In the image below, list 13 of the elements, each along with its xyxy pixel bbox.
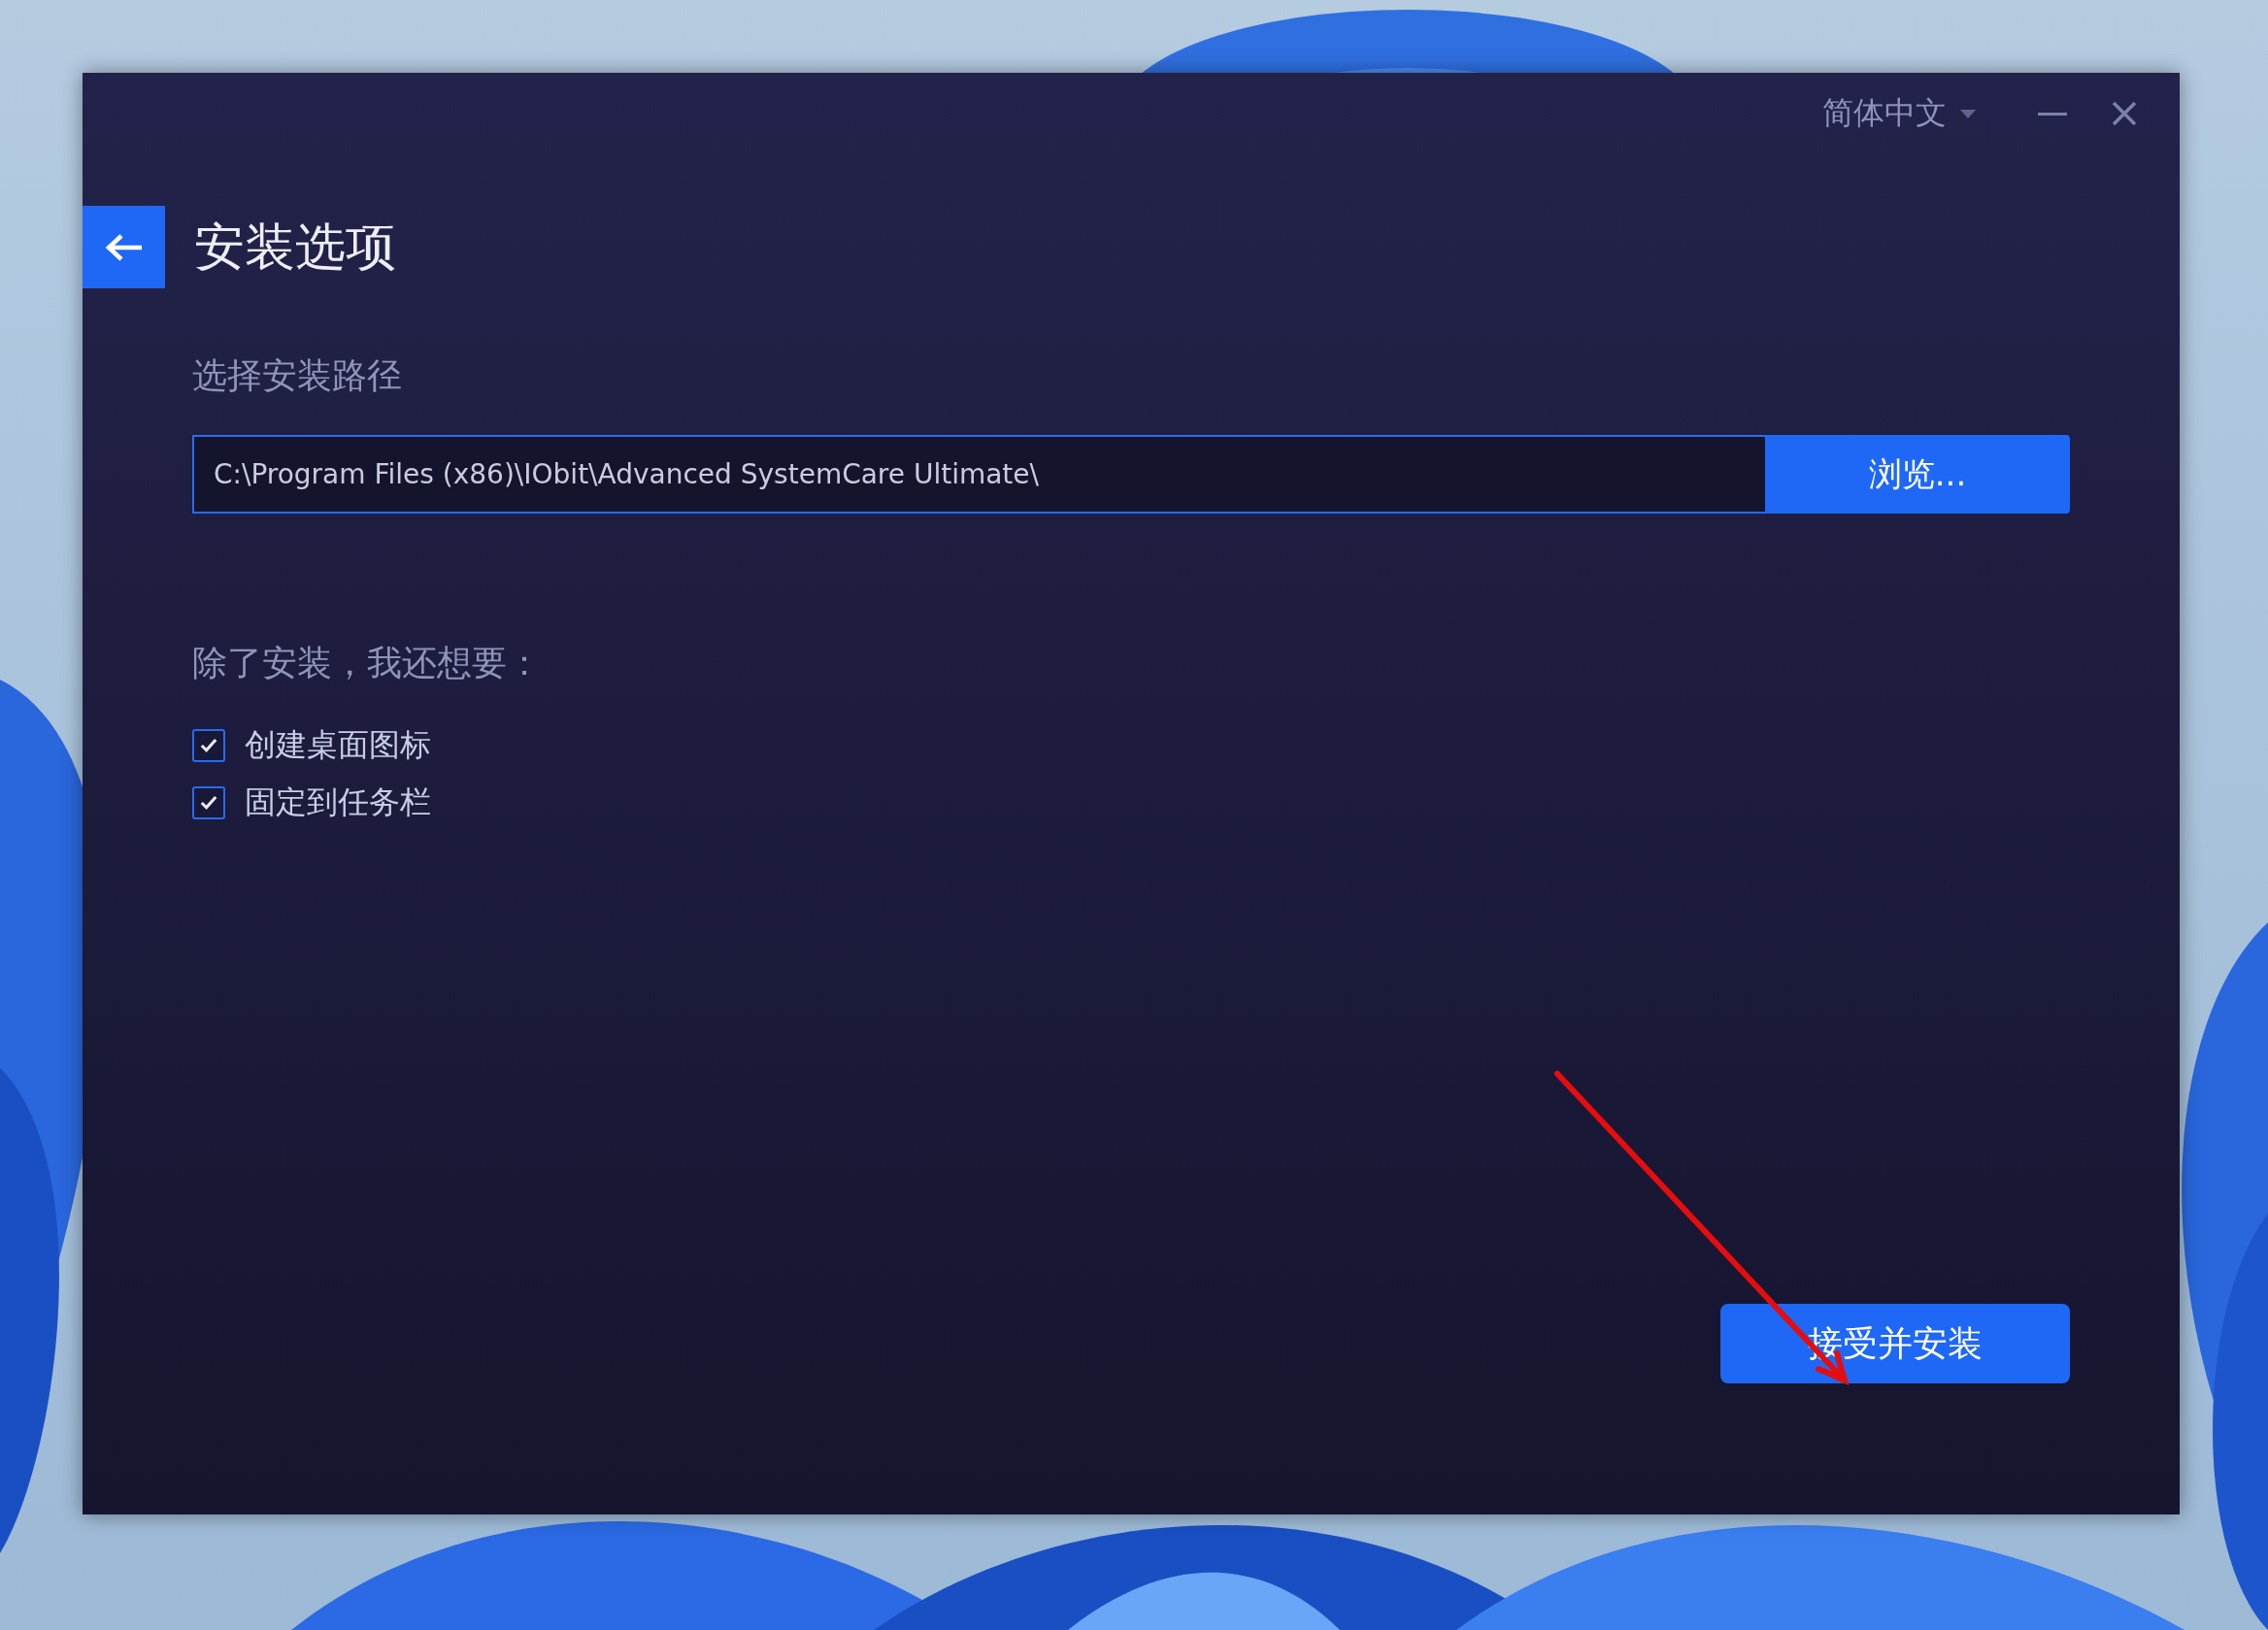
checkbox-label: 固定到任务栏 <box>245 782 431 822</box>
checkbox[interactable] <box>192 728 225 762</box>
back-arrow-icon <box>104 232 144 262</box>
checkbox-label: 创建桌面图标 <box>245 724 431 765</box>
caret-icon <box>1958 108 1978 119</box>
checkbox[interactable] <box>192 785 225 819</box>
section-label: 除了安装，我还想要： <box>192 642 543 684</box>
back-button[interactable] <box>83 206 165 288</box>
page-title: 安装选项 <box>194 216 396 278</box>
browse-button[interactable]: 浏览... <box>1765 435 2070 514</box>
path-field[interactable]: C:\Program Files (x86)\IObit\Advanced SystemCare Ultimate\ <box>192 435 1765 514</box>
language-dropdown[interactable]: 简体中文 <box>1822 92 1978 135</box>
section-label: 选择安装路径 <box>192 354 403 397</box>
